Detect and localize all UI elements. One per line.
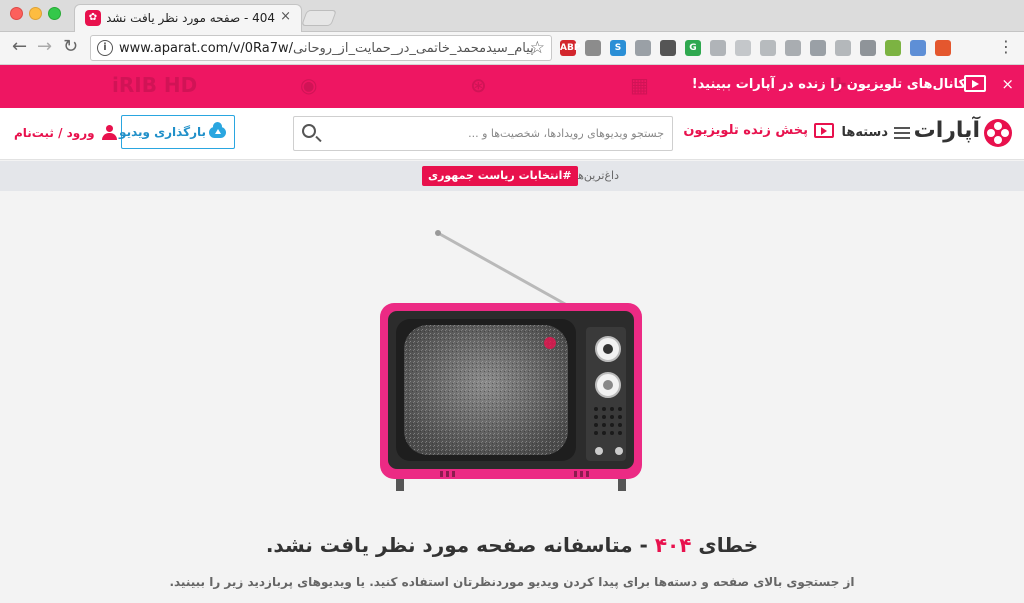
extension-icon[interactable] [585,40,601,56]
site-header: آپارات دسته‌ها پخش زنده تلویزیون بارگذار… [0,108,1024,160]
upload-video-button[interactable]: بارگذاری ویدیو [119,115,235,149]
banner-text[interactable]: کانال‌های تلویزیون را زنده در آپارات ببی… [692,77,966,92]
extension-icon[interactable] [760,40,776,56]
aparat-favicon-icon: ✿ [85,10,101,26]
address-url[interactable]: www.aparat.com/v/0Ra7w/پیام_سیدمحمد_خاتم… [119,41,534,56]
trending-bar: داغ‌ترین‌ها: #انتخابات ریاست جمهوری [0,161,1024,191]
url-host: www.aparat.com/v/0Ra7w/ [119,41,294,56]
banner-deco-3: ⊛ [470,73,487,97]
extension-icons: ABP S G [560,38,951,58]
address-bar[interactable]: i www.aparat.com/v/0Ra7w/پیام_سیدمحمد_خا… [90,35,552,61]
live-tv-banner[interactable]: iRIB HD ◉ ⊛ ▦ ✚ کانال‌های تلویزیون را زن… [0,65,1024,108]
main-content: خطای ۴۰۴ - متاسفانه صفحه مورد نظر یافت ن… [0,191,1024,603]
error-heading: خطای ۴۰۴ - متاسفانه صفحه مورد نظر یافت ن… [0,533,1024,557]
browser-toolbar: ← → ↻ i www.aparat.com/v/0Ra7w/پیام_سیدم… [0,32,1024,65]
upload-label: بارگذاری ویدیو [119,125,206,139]
hamburger-icon [894,126,910,139]
browser-tab[interactable]: ✿ 404 - صفحه مورد نظر یافت نشد. × [74,4,302,32]
search-input[interactable] [328,117,664,150]
extension-icon[interactable] [735,40,751,56]
banner-close-icon[interactable]: × [1001,75,1014,93]
trending-label: داغ‌ترین‌ها: [571,169,619,182]
extension-icon[interactable] [635,40,651,56]
extension-icon[interactable]: ABP [560,40,580,56]
categories-label: دسته‌ها [841,125,888,140]
browser-menu-icon[interactable]: ⋮ [998,38,1014,56]
extension-icon[interactable] [810,40,826,56]
tv-play-icon [964,75,986,92]
search-icon[interactable] [302,124,316,138]
url-slug: پیام_سیدمحمد_خاتمی_در_حمایت_از_روحانی [293,41,534,56]
user-icon [101,125,117,140]
back-arrow-icon[interactable]: ← [12,37,27,57]
banner-deco-2: ◉ [300,73,318,97]
retro-tv-illustration [380,230,642,491]
extension-icon[interactable] [710,40,726,56]
extension-icon[interactable] [935,40,951,56]
categories-menu[interactable]: دسته‌ها [841,125,910,140]
forward-arrow-icon[interactable]: → [37,37,52,57]
site-logo-text[interactable]: آپارات [914,118,980,143]
info-icon[interactable]: i [97,40,113,56]
cloud-upload-icon [209,122,226,138]
window-close-button[interactable] [10,7,23,20]
extension-icon[interactable] [785,40,801,56]
search-box [293,116,673,151]
extension-icon[interactable] [835,40,851,56]
new-tab-button[interactable] [301,10,337,26]
banner-deco-1: iRIB HD [112,73,198,97]
live-tv-label: پخش زنده تلویزیون [683,123,808,138]
aparat-logo-icon[interactable] [984,119,1012,147]
tab-close-icon[interactable]: × [280,9,291,24]
banner-deco-4: ▦ [630,73,649,97]
reload-icon[interactable]: ↻ [63,37,78,57]
extension-icon[interactable] [660,40,676,56]
error-prefix: خطای [698,533,759,557]
login-link[interactable]: ورود / ثبت‌نام [14,125,117,140]
login-label: ورود / ثبت‌نام [14,125,95,140]
error-description: از جستجوی بالای صفحه و دسته‌ها برای پیدا… [169,575,855,589]
error-code: ۴۰۴ [654,533,692,557]
window-zoom-button[interactable] [48,7,61,20]
extension-icon[interactable] [885,40,901,56]
tab-title: 404 - صفحه مورد نظر یافت نشد. [107,11,275,25]
extension-icon[interactable]: G [685,40,701,56]
window-minimize-button[interactable] [29,7,42,20]
browser-titlebar: ✿ 404 - صفحه مورد نظر یافت نشد. × [0,0,1024,32]
error-message: - متاسفانه صفحه مورد نظر یافت نشد. [265,533,648,557]
extension-icon[interactable]: S [610,40,626,56]
bookmark-star-icon[interactable]: ☆ [530,38,545,58]
extension-icon[interactable] [910,40,926,56]
live-tv-icon [814,123,834,138]
live-tv-link[interactable]: پخش زنده تلویزیون [683,123,834,138]
extension-icon[interactable] [860,40,876,56]
trending-tag[interactable]: #انتخابات ریاست جمهوری [422,166,578,186]
